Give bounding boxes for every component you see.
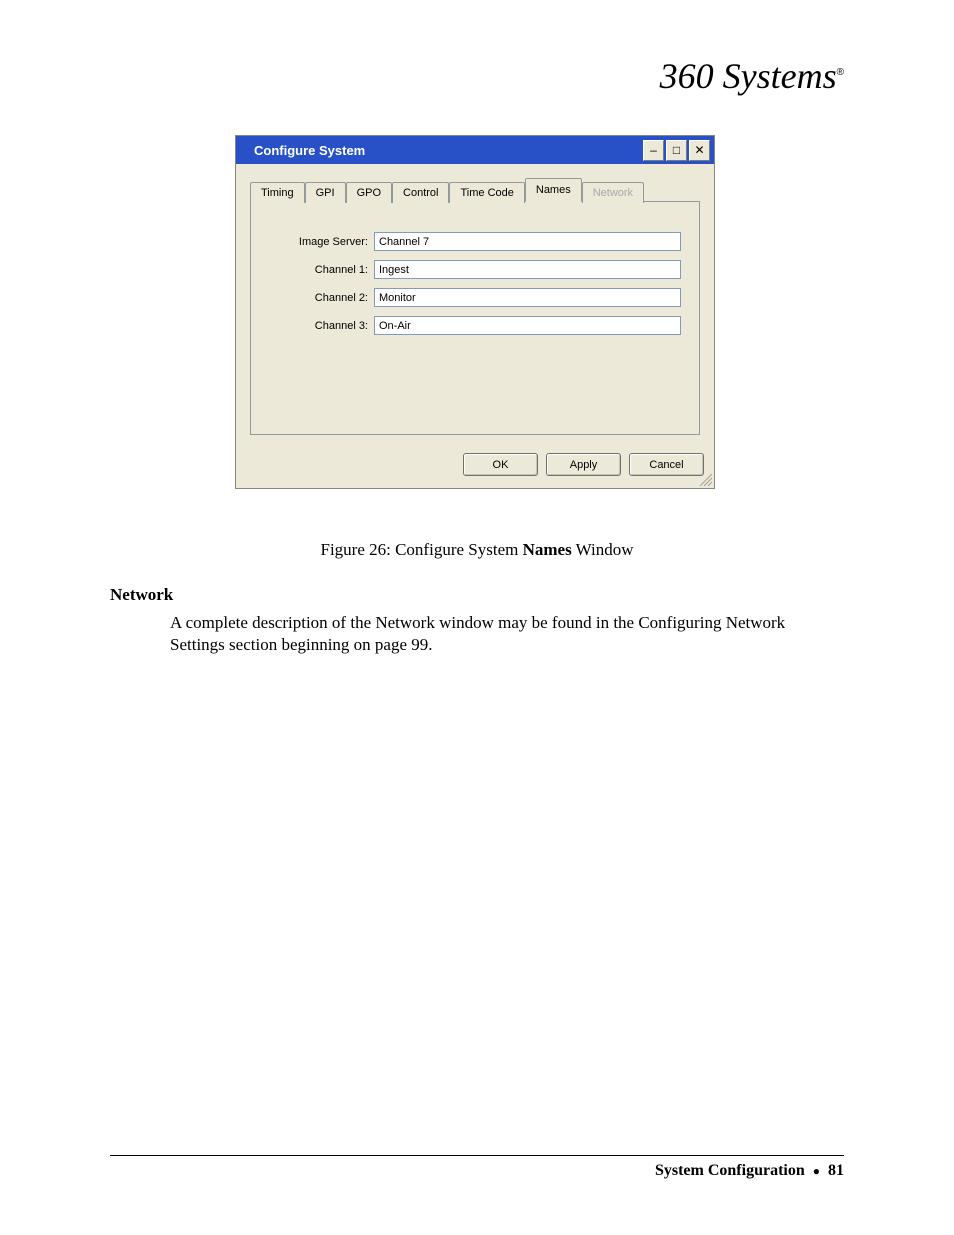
field-row-channel-2: Channel 2: xyxy=(269,288,681,307)
field-row-image-server: Image Server: xyxy=(269,232,681,251)
brand-logo-text: 360 Systems xyxy=(660,56,837,96)
maximize-button[interactable]: □ xyxy=(666,140,687,161)
tab-control[interactable]: Control xyxy=(392,182,449,203)
page-footer: System Configuration ● 81 xyxy=(110,1155,844,1180)
cancel-button[interactable]: Cancel xyxy=(629,453,704,476)
resize-grip[interactable] xyxy=(698,472,712,486)
brand-logo-mark: ® xyxy=(837,67,844,78)
dialog-button-row: OK Apply Cancel xyxy=(236,443,714,488)
footer-text: System Configuration ● 81 xyxy=(110,1162,844,1180)
tab-timing[interactable]: Timing xyxy=(250,182,305,203)
input-channel-3[interactable] xyxy=(374,316,681,335)
footer-page-number: 81 xyxy=(828,1162,844,1179)
figure-caption-bold: Names xyxy=(523,540,572,559)
dialog-body: Timing GPI GPO Control Time Code Names N… xyxy=(236,164,714,443)
figure-caption: Figure 26: Configure System Names Window xyxy=(0,540,954,560)
maximize-icon: □ xyxy=(673,144,680,156)
input-image-server[interactable] xyxy=(374,232,681,251)
figure-caption-prefix: Figure 26: Configure System xyxy=(320,540,522,559)
close-icon: ✕ xyxy=(694,144,704,156)
field-row-channel-1: Channel 1: xyxy=(269,260,681,279)
tab-time-code[interactable]: Time Code xyxy=(449,182,524,203)
footer-separator: ● xyxy=(813,1164,820,1178)
label-channel-1: Channel 1: xyxy=(269,264,374,276)
field-row-channel-3: Channel 3: xyxy=(269,316,681,335)
apply-button[interactable]: Apply xyxy=(546,453,621,476)
tabstrip: Timing GPI GPO Control Time Code Names N… xyxy=(250,178,700,202)
close-button[interactable]: ✕ xyxy=(689,140,710,161)
titlebar: Configure System – □ ✕ xyxy=(236,136,714,164)
input-channel-2[interactable] xyxy=(374,288,681,307)
ok-button[interactable]: OK xyxy=(463,453,538,476)
tab-panel-names: Image Server: Channel 1: Channel 2: Chan… xyxy=(250,201,700,435)
section-body-network: A complete description of the Network wi… xyxy=(170,612,844,656)
configure-system-dialog: Configure System – □ ✕ Timing GPI GPO Co… xyxy=(235,135,715,489)
input-channel-1[interactable] xyxy=(374,260,681,279)
minimize-button[interactable]: – xyxy=(643,140,664,161)
tab-gpi[interactable]: GPI xyxy=(305,182,346,203)
brand-logo: 360 Systems® xyxy=(660,55,844,97)
label-image-server: Image Server: xyxy=(269,236,374,248)
tab-network[interactable]: Network xyxy=(582,182,644,203)
tab-gpo[interactable]: GPO xyxy=(346,182,392,203)
footer-section: System Configuration xyxy=(655,1162,805,1179)
figure-caption-suffix: Window xyxy=(572,540,634,559)
resize-grip-icon xyxy=(698,472,712,486)
minimize-icon: – xyxy=(650,144,657,156)
footer-rule xyxy=(110,1155,844,1156)
section-heading-network: Network xyxy=(110,585,173,605)
label-channel-3: Channel 3: xyxy=(269,320,374,332)
window-title: Configure System xyxy=(254,143,641,158)
tab-names[interactable]: Names xyxy=(525,178,582,202)
label-channel-2: Channel 2: xyxy=(269,292,374,304)
